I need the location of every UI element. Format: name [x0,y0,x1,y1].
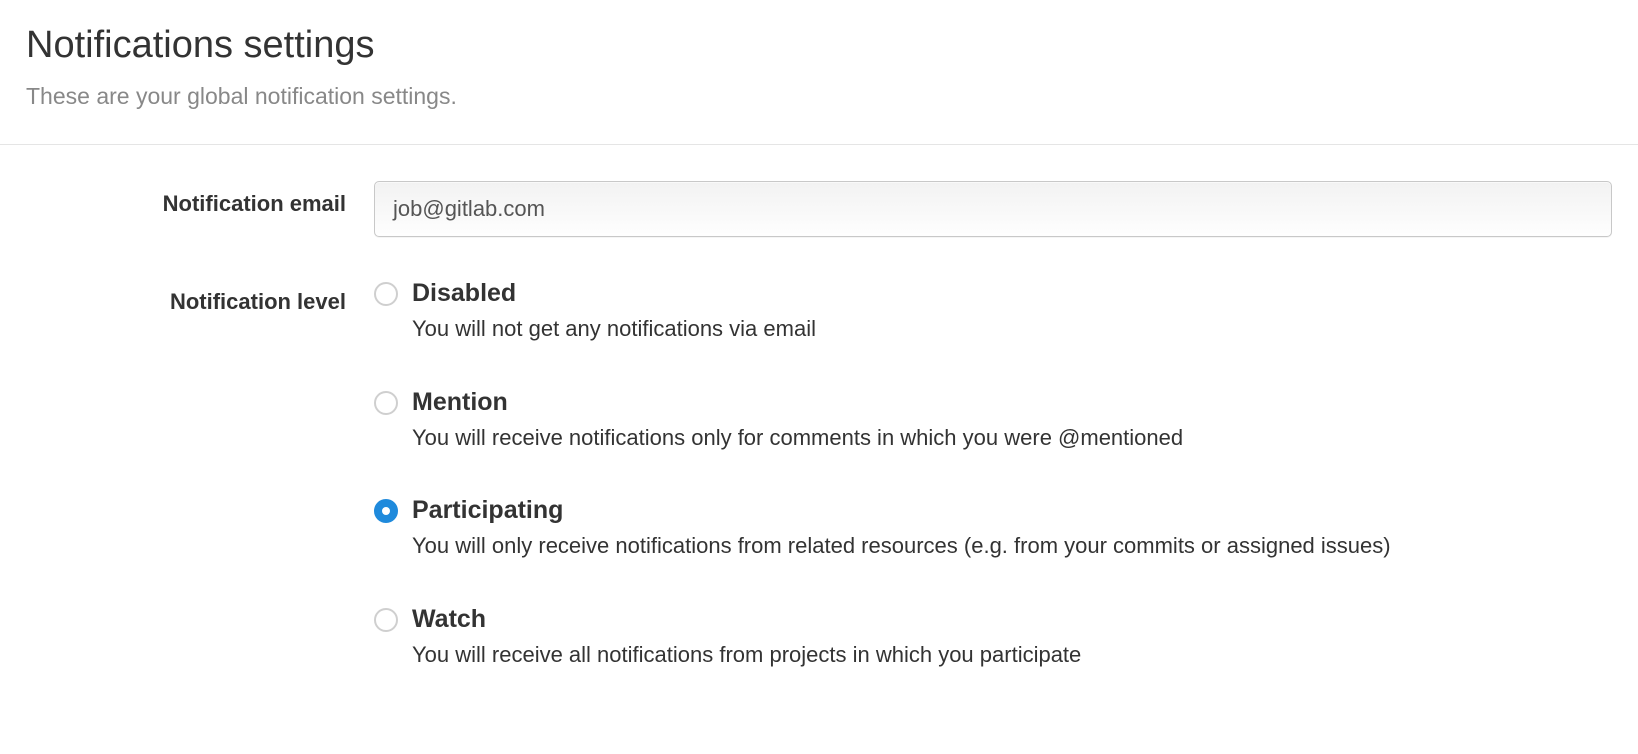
divider [0,144,1638,145]
radio-mention[interactable] [374,391,398,415]
radio-option-disabled: Disabled You will not get any notificati… [374,279,1612,344]
radio-watch-title[interactable]: Watch [412,605,486,634]
notification-level-radio-group: Disabled You will not get any notificati… [374,279,1612,670]
radio-disabled[interactable] [374,282,398,306]
radio-option-watch: Watch You will receive all notifications… [374,605,1612,670]
radio-watch[interactable] [374,608,398,632]
notification-email-row: Notification email job@gitlab.com [26,181,1612,237]
notification-level-label: Notification level [26,279,374,315]
notification-email-select[interactable]: job@gitlab.com [374,181,1612,237]
radio-watch-desc: You will receive all notifications from … [412,640,1612,670]
radio-disabled-title[interactable]: Disabled [412,279,516,308]
notification-email-label: Notification email [26,181,374,217]
radio-mention-desc: You will receive notifications only for … [412,423,1612,453]
radio-mention-title[interactable]: Mention [412,388,508,417]
notification-level-row: Notification level Disabled You will not… [26,279,1612,670]
radio-option-participating: Participating You will only receive noti… [374,496,1612,561]
radio-disabled-desc: You will not get any notifications via e… [412,314,1612,344]
radio-participating-desc: You will only receive notifications from… [412,531,1612,561]
radio-option-mention: Mention You will receive notifications o… [374,388,1612,453]
page-title: Notifications settings [26,24,1612,67]
notification-email-value: job@gitlab.com [393,196,545,222]
radio-participating[interactable] [374,499,398,523]
page-subtitle: These are your global notification setti… [26,83,1612,110]
radio-participating-title[interactable]: Participating [412,496,563,525]
